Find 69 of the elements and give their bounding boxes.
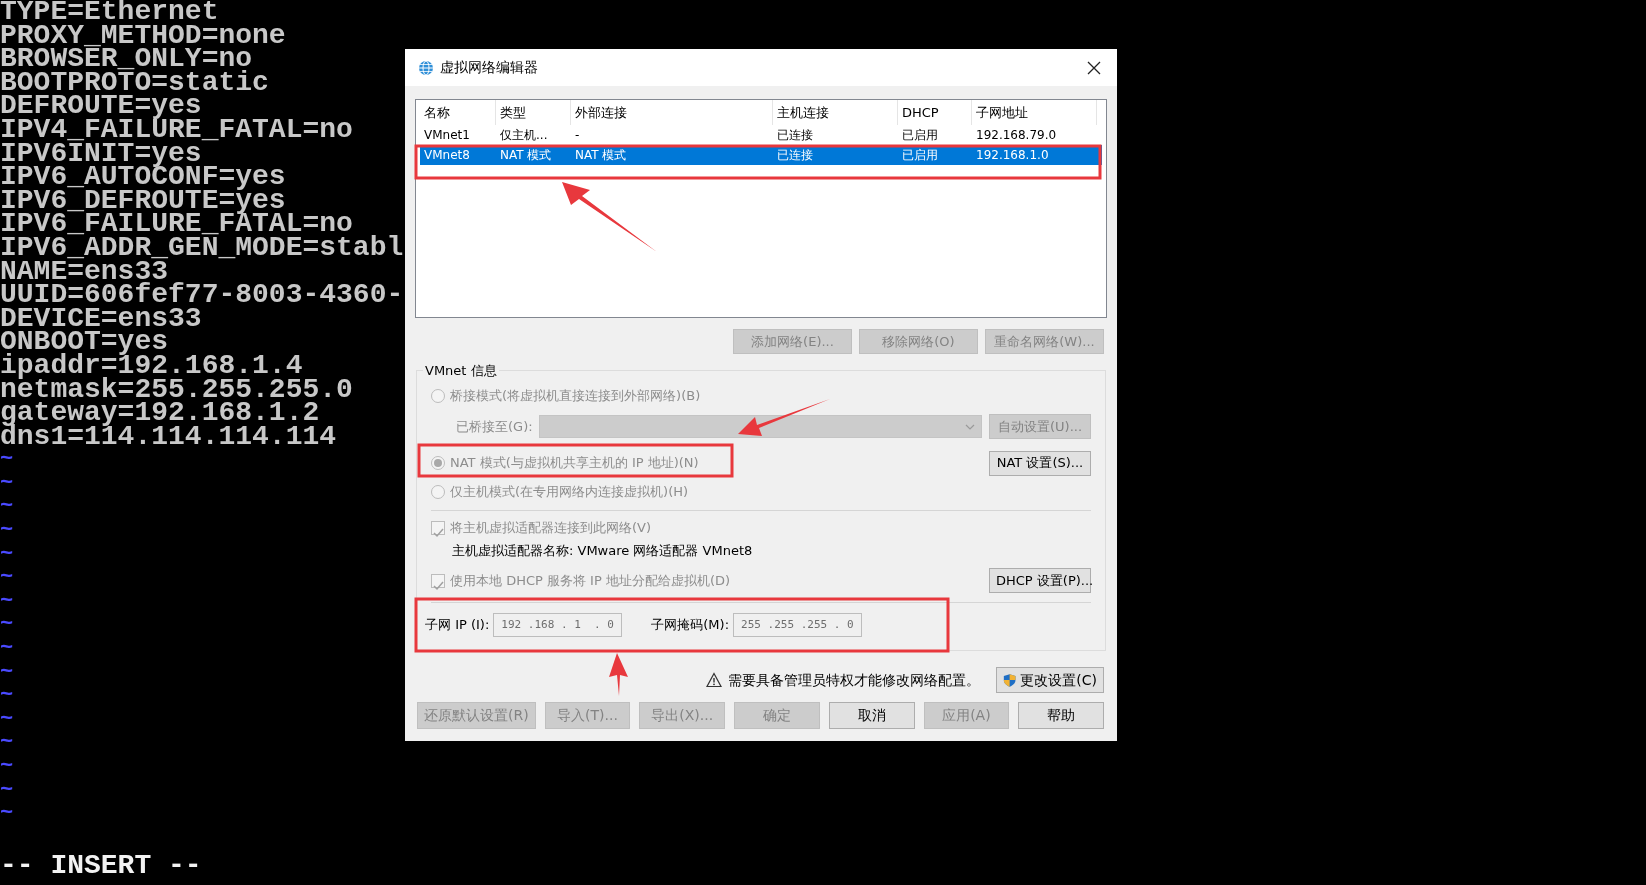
table-cell-text: 已连接 — [777, 127, 813, 144]
terminal-line: BROWSER_ONLY=no — [0, 47, 253, 71]
terminal-line: IPV6_FAILURE_FATAL=no — [0, 212, 353, 236]
table-cell-text: VMnet8 — [424, 147, 470, 164]
table-cell-text: 已启用 — [902, 127, 938, 144]
button[interactable]: 帮助 — [1018, 702, 1104, 729]
table-cell-text: 已连接 — [777, 147, 813, 164]
terminal-line: DEVICE=ens33 — [0, 306, 202, 331]
table-cell-text: 192.168.79.0 — [976, 127, 1057, 144]
radio-label: NAT 模式(与虚拟机共享主机的 IP 地址)(N) — [450, 454, 699, 473]
table-cell-text: 仅主机... — [500, 127, 548, 144]
empty-line-marker: ~ — [0, 448, 14, 472]
terminal-line: PROXY_METHOD=none — [0, 23, 286, 48]
field-label: 子网掩码(M): — [651, 616, 730, 635]
terminal-line: IPV6INIT=yes — [0, 141, 202, 166]
column-header[interactable]: 主机连接 — [777, 102, 829, 123]
empty-line-marker: ~ — [0, 755, 14, 779]
empty-line-marker: ~ — [0, 495, 14, 520]
empty-line-marker: ~ — [0, 778, 14, 803]
terminal-line: netmask=255.255.255.0 — [0, 377, 353, 402]
table-cell-text: 已启用 — [902, 147, 938, 164]
empty-line-marker: ~ — [0, 589, 14, 614]
field-label: 子网 IP (I): — [425, 616, 490, 635]
terminal-line: IPV6_ADDR_GEN_MODE=stabl — [0, 235, 404, 260]
adapter-name-text: 主机虚拟适配器名称: VMware 网络适配器 VMnet8 — [452, 542, 753, 561]
ip-field[interactable]: 192 .168 . 1 . 0 — [493, 613, 623, 637]
column-header[interactable]: 类型 — [500, 102, 526, 123]
button[interactable]: 取消 — [828, 702, 915, 729]
checkbox-label: 将主机虚拟适配器连接到此网络(V) — [450, 519, 652, 538]
terminal-line: BOOTPROTO=static — [0, 70, 269, 95]
empty-line-marker: ~ — [0, 613, 14, 638]
mask-field[interactable]: 255 .255 .255 . 0 — [733, 613, 863, 637]
window-title: 虚拟网络编辑器 — [440, 58, 538, 77]
empty-line-marker: ~ — [0, 684, 14, 708]
table-cell-text: - — [575, 127, 580, 144]
column-header[interactable]: 子网地址 — [976, 102, 1028, 123]
field-label: 已桥接至(G): — [456, 417, 533, 436]
table-cell-text: VMnet1 — [424, 127, 470, 144]
terminal-line: IPV6_AUTOCONF=yes — [0, 165, 286, 189]
empty-line-marker: ~ — [0, 519, 14, 543]
checkbox-label: 使用本地 DHCP 服务将 IP 地址分配给虚拟机(D) — [450, 571, 731, 590]
warning-text: 需要具备管理员特权才能修改网络配置。 — [728, 670, 980, 690]
terminal-line: UUID=606fef77-8003-4360- — [0, 283, 404, 307]
table-cell-text: NAT 模式 — [575, 147, 627, 164]
empty-line-marker: ~ — [0, 471, 14, 496]
terminal-line: DEFROUTE=yes — [0, 94, 202, 118]
terminal-line: ONBOOT=yes — [0, 330, 169, 354]
empty-line-marker: ~ — [0, 637, 14, 661]
column-header[interactable]: 名称 — [424, 102, 450, 123]
radio-label: 桥接模式(将虚拟机直接连接到外部网络)(B) — [450, 387, 701, 406]
terminal-line: ipaddr=192.168.1.4 — [0, 353, 303, 378]
button[interactable]: NAT 设置(S)... — [989, 450, 1091, 476]
empty-line-marker: ~ — [0, 802, 14, 826]
table-cell-text: NAT 模式 — [500, 147, 552, 164]
empty-line-marker: ~ — [0, 542, 14, 567]
column-header[interactable]: DHCP — [902, 102, 939, 123]
mode-indicator: -- INSERT -- — [0, 853, 202, 878]
table-row[interactable]: VMnet1 仅主机... - 已连接 已启用 192.168.79.0 — [420, 125, 1102, 145]
radio-label: 仅主机模式(在专用网络内连接虚拟机)(H) — [450, 483, 689, 502]
column-header[interactable]: 外部连接 — [575, 102, 627, 123]
terminal-line: dns1=114.114.114.114 — [0, 424, 337, 449]
button[interactable]: DHCP 设置(P)... — [989, 568, 1091, 593]
empty-line-marker: ~ — [0, 731, 14, 755]
table-cell-text: 192.168.1.0 — [976, 147, 1049, 164]
empty-line-marker: ~ — [0, 660, 14, 685]
empty-line-marker: ~ — [0, 707, 14, 732]
terminal-line: gateway=192.168.1.2 — [0, 401, 320, 425]
empty-line-marker: ~ — [0, 566, 14, 590]
button[interactable]: 更改设置(C) — [996, 667, 1104, 693]
